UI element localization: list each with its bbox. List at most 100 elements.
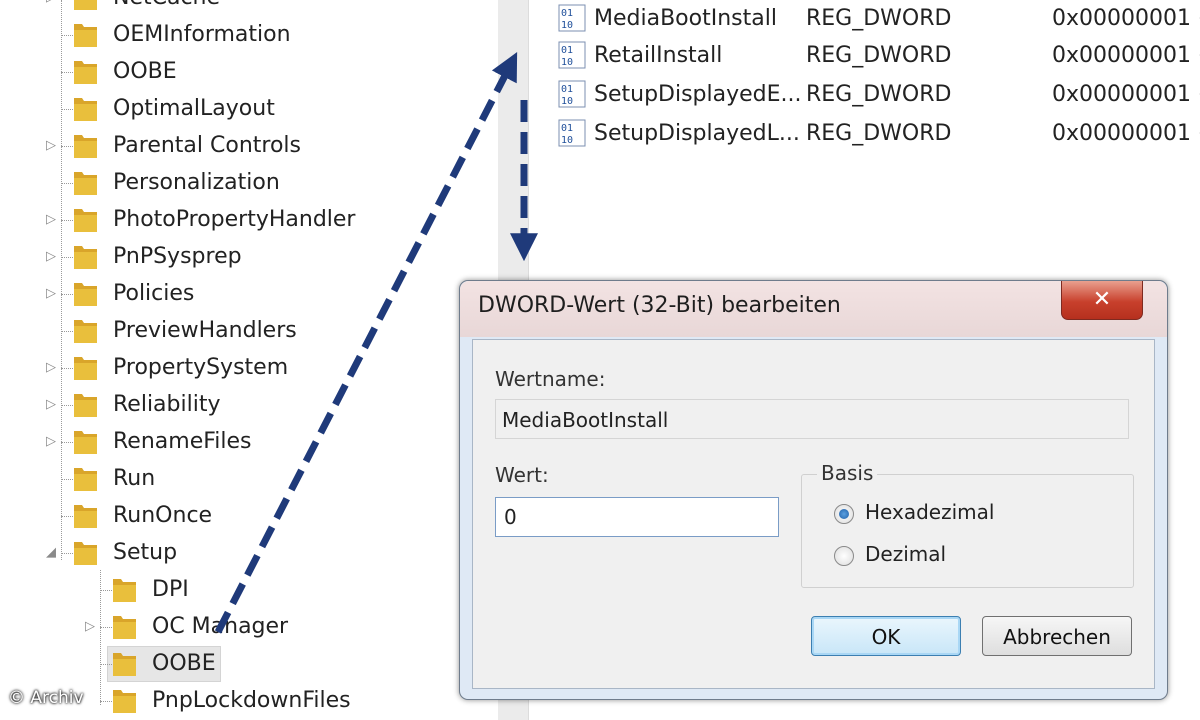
value-type: REG_DWORD xyxy=(806,121,952,146)
folder-icon xyxy=(74,431,97,454)
dialog-title: DWORD-Wert (32-Bit) bearbeiten xyxy=(478,293,841,318)
value-name-field: MediaBootInstall xyxy=(495,399,1129,439)
list-item[interactable]: 01 10 MediaBootInstall REG_DWORD 0x00000… xyxy=(540,0,1200,38)
radio-decimal-label[interactable]: Dezimal xyxy=(865,542,946,566)
folder-icon xyxy=(74,320,97,343)
expand-triangle-icon[interactable]: ▷ xyxy=(83,620,97,634)
list-item[interactable]: 01 10 SetupDisplayedE... REG_DWORD 0x000… xyxy=(540,76,1200,114)
tree-item[interactable]: Run xyxy=(0,462,497,496)
tree-item[interactable]: ▷ Parental Controls xyxy=(0,129,497,163)
folder-icon xyxy=(113,690,136,713)
tree-item[interactable]: ▷ PropertySystem xyxy=(0,351,497,385)
value-data: 0x00000001 (1 xyxy=(1052,6,1200,31)
tree-item-label: Run xyxy=(113,466,156,491)
cancel-button[interactable]: Abbrechen xyxy=(982,616,1132,656)
tree-item[interactable]: ▷ PhotoPropertyHandler xyxy=(0,203,497,237)
list-item[interactable]: 01 10 RetailInstall REG_DWORD 0x00000001… xyxy=(540,37,1200,75)
tree-item-label: NetCache xyxy=(113,0,220,13)
folder-icon xyxy=(113,616,136,639)
svg-text:01: 01 xyxy=(561,84,573,95)
radio-hexadecimal[interactable] xyxy=(834,504,854,524)
value-data: 0x00000001 (1 xyxy=(1052,82,1200,107)
tree-item[interactable]: ▷ NetCache xyxy=(0,0,497,15)
tree-item[interactable]: ▷ RenameFiles xyxy=(0,425,497,459)
expand-triangle-icon[interactable]: ▷ xyxy=(44,0,58,5)
svg-text:01: 01 xyxy=(561,8,573,19)
svg-text:01: 01 xyxy=(561,45,573,56)
tree-item[interactable]: OOBE xyxy=(0,647,497,681)
tree-item[interactable]: ◢ Setup xyxy=(0,536,497,570)
tree-item[interactable]: ▷ PnPSysprep xyxy=(0,240,497,274)
value-data: 0x00000001 (1 xyxy=(1052,43,1200,68)
folder-icon xyxy=(74,357,97,380)
tree-item-label: Setup xyxy=(113,540,178,565)
svg-text:10: 10 xyxy=(561,96,573,107)
value-type: REG_DWORD xyxy=(806,43,952,68)
tree-item[interactable]: RunOnce xyxy=(0,499,497,533)
tree-item[interactable]: DPI xyxy=(0,573,497,607)
value-type: REG_DWORD xyxy=(806,6,952,31)
svg-text:10: 10 xyxy=(561,20,573,31)
registry-dword-icon: 01 10 xyxy=(558,80,586,108)
folder-icon xyxy=(74,0,97,10)
tree-item[interactable]: ▷ Reliability xyxy=(0,388,497,422)
value-data: 0x00000001 (1 xyxy=(1052,121,1200,146)
tree-item-label: RunOnce xyxy=(113,503,213,528)
base-groupbox xyxy=(801,474,1134,588)
tree-item[interactable]: PreviewHandlers xyxy=(0,314,497,348)
value-name: SetupDisplayedE... xyxy=(594,82,802,107)
tree-item[interactable]: OOBE xyxy=(0,55,497,89)
expand-triangle-icon[interactable]: ▷ xyxy=(44,250,58,264)
ok-button[interactable]: OK xyxy=(811,616,961,656)
radio-hexadecimal-label[interactable]: Hexadezimal xyxy=(865,500,994,524)
tree-item-label: Personalization xyxy=(113,170,280,195)
list-item[interactable]: 01 10 SetupDisplayedL... REG_DWORD 0x000… xyxy=(540,115,1200,153)
expand-triangle-icon[interactable]: ▷ xyxy=(44,361,58,375)
tree-item[interactable]: ▷ OC Manager xyxy=(0,610,497,644)
expand-triangle-icon[interactable]: ▷ xyxy=(44,435,58,449)
folder-icon xyxy=(74,172,97,195)
folder-icon xyxy=(74,24,97,47)
folder-icon xyxy=(74,98,97,121)
folder-icon xyxy=(74,209,97,232)
collapse-triangle-icon[interactable]: ◢ xyxy=(44,546,58,560)
tree-item[interactable]: ▷ Policies xyxy=(0,277,497,311)
dialog-titlebar[interactable]: DWORD-Wert (32-Bit) bearbeiten ✕ xyxy=(460,281,1167,337)
registry-dword-icon: 01 10 xyxy=(558,41,586,69)
radio-decimal[interactable] xyxy=(834,546,854,566)
folder-icon xyxy=(74,246,97,269)
tree-item-label: OEMInformation xyxy=(113,22,291,47)
value-name-label: Wertname: xyxy=(495,367,606,391)
folder-icon xyxy=(74,61,97,84)
expand-triangle-icon[interactable]: ▷ xyxy=(44,287,58,301)
tree-item-label: Parental Controls xyxy=(113,133,301,158)
value-data-input[interactable]: 0 xyxy=(495,497,779,537)
close-button[interactable]: ✕ xyxy=(1061,281,1143,320)
tree-item[interactable]: OptimalLayout xyxy=(0,92,497,126)
svg-text:10: 10 xyxy=(561,135,573,146)
tree-item-label: PhotoPropertyHandler xyxy=(113,207,356,232)
folder-icon xyxy=(74,505,97,528)
tree-item-label: OptimalLayout xyxy=(113,96,275,121)
tree-item-label: OOBE xyxy=(152,651,216,676)
expand-triangle-icon[interactable]: ▷ xyxy=(44,398,58,412)
tree-item[interactable]: Personalization xyxy=(0,166,497,200)
image-credit: © Archiv xyxy=(8,688,84,708)
folder-icon xyxy=(113,579,136,602)
tree-item-label: PropertySystem xyxy=(113,355,289,380)
close-icon: ✕ xyxy=(1092,287,1112,312)
folder-icon xyxy=(74,468,97,491)
base-group-label: Basis xyxy=(817,461,878,485)
value-name: SetupDisplayedL... xyxy=(594,121,800,146)
tree-item-label: PreviewHandlers xyxy=(113,318,297,343)
tree-item[interactable]: OEMInformation xyxy=(0,18,497,52)
value-name: MediaBootInstall xyxy=(594,6,777,31)
expand-triangle-icon[interactable]: ▷ xyxy=(44,213,58,227)
registry-dword-icon: 01 10 xyxy=(558,119,586,147)
folder-icon xyxy=(74,394,97,417)
folder-icon xyxy=(74,542,97,565)
expand-triangle-icon[interactable]: ▷ xyxy=(44,139,58,153)
folder-icon xyxy=(74,135,97,158)
tree-item-label: OC Manager xyxy=(152,614,289,639)
tree-item-label: RenameFiles xyxy=(113,429,252,454)
